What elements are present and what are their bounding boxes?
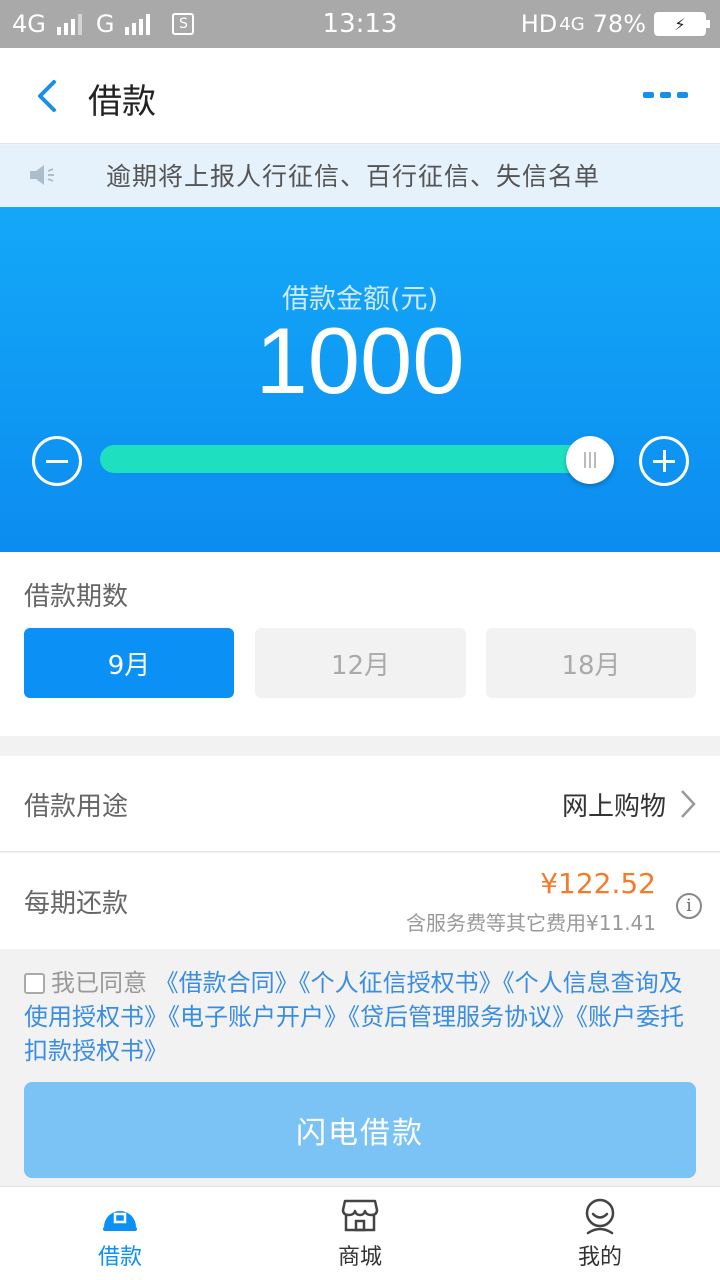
purpose-label: 借款用途	[24, 792, 129, 822]
battery-percent: 78%	[592, 10, 646, 38]
submit-button[interactable]: 闪电借款	[24, 1082, 696, 1178]
more-icon[interactable]	[643, 92, 688, 98]
network-label-3: 4G	[559, 13, 585, 35]
increase-button[interactable]	[639, 436, 689, 486]
tab-bar: 借款 商城 我的	[0, 1186, 720, 1280]
hd-label: HD	[520, 10, 558, 38]
term-option-18[interactable]: 18月	[486, 628, 696, 698]
notice-banner: 逾期将上报人行征信、百行征信、失信名单	[0, 145, 720, 207]
tab-store[interactable]: 商城	[240, 1187, 480, 1280]
nav-bar: 借款	[0, 48, 720, 144]
repayment-amount: ¥122.52	[540, 867, 656, 900]
repayment-row: 每期还款 ¥122.52 含服务费等其它费用¥11.41 i	[0, 853, 720, 949]
tab-loan[interactable]: 借款	[0, 1187, 240, 1280]
page-title: 借款	[88, 82, 156, 122]
tab-profile[interactable]: 我的	[480, 1187, 720, 1280]
status-bar: 4G G S 13:13 HD 4G 78% ⚡	[0, 0, 720, 48]
loan-amount-panel: 借款金额(元) 1000	[0, 207, 720, 552]
purpose-value: 网上购物	[561, 792, 666, 822]
link-post-loan-agreement[interactable]: 《贷后管理服务协议》	[348, 1003, 576, 1031]
amount-slider-handle[interactable]	[565, 436, 614, 484]
agree-prefix: 我已同意	[51, 969, 147, 997]
info-icon[interactable]: i	[676, 893, 702, 919]
chevron-left-icon[interactable]	[30, 76, 70, 116]
term-option-9[interactable]: 9月	[24, 628, 234, 698]
amount-value: 1000	[255, 308, 465, 413]
repayment-fee: 含服务费等其它费用¥11.41	[406, 911, 656, 935]
chevron-right-icon	[681, 790, 696, 818]
purpose-row[interactable]: 借款用途 网上购物	[0, 756, 720, 852]
link-loan-contract[interactable]: 《借款合同》	[155, 969, 299, 997]
amount-slider-track[interactable]	[100, 445, 610, 473]
repayment-label: 每期还款	[24, 889, 129, 919]
term-section: 借款期数 9月 12月 18月	[0, 552, 720, 736]
store-icon	[341, 1199, 379, 1232]
agreement-text: 我已同意 《借款合同》《个人征信授权书》《个人信息查询及使用授权书》《电子账户开…	[24, 966, 704, 1068]
loan-icon	[103, 1211, 137, 1231]
agree-checkbox[interactable]	[24, 973, 45, 994]
battery-icon: ⚡	[654, 12, 710, 36]
notice-text: 逾期将上报人行征信、百行征信、失信名单	[106, 162, 601, 191]
link-credit-authorization[interactable]: 《个人征信授权书》	[299, 969, 503, 997]
tab-label: 借款	[97, 1245, 142, 1270]
decrease-button[interactable]	[32, 436, 82, 486]
link-account-opening[interactable]: 《电子账户开户》	[168, 1003, 348, 1031]
tab-label: 商城	[337, 1245, 382, 1270]
term-label: 借款期数	[24, 582, 129, 612]
speaker-icon	[30, 165, 54, 185]
tab-label: 我的	[577, 1245, 622, 1270]
term-option-12[interactable]: 12月	[255, 628, 466, 698]
profile-icon	[585, 1198, 615, 1235]
